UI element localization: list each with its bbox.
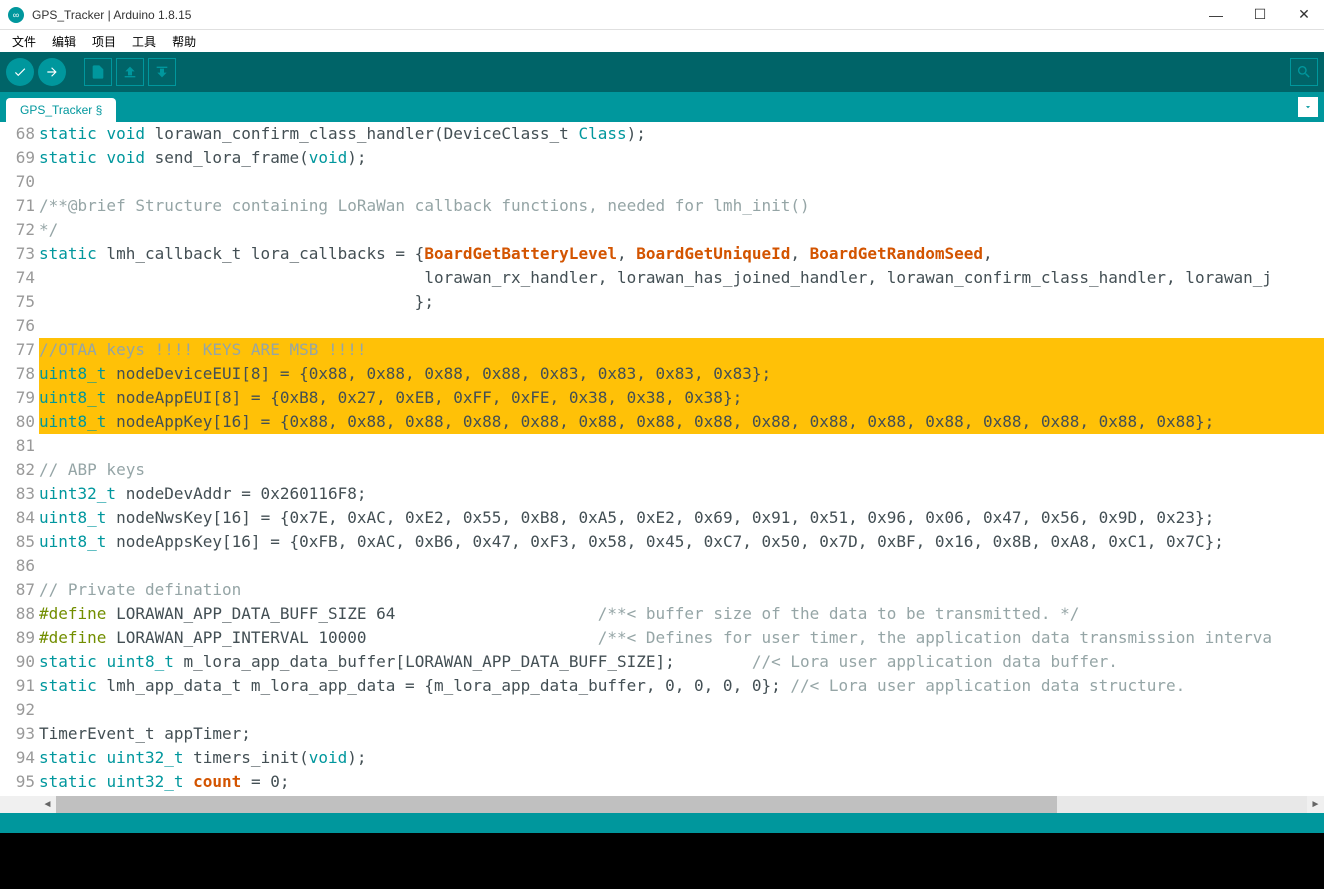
serial-monitor-button[interactable] <box>1290 58 1318 86</box>
scroll-right-button[interactable]: ► <box>1307 796 1324 813</box>
code-line[interactable]: // Private defination <box>39 578 1324 602</box>
arrow-right-icon <box>45 65 59 79</box>
tab-gps-tracker[interactable]: GPS_Tracker § <box>6 98 116 122</box>
code-line[interactable]: */ <box>39 218 1324 242</box>
code-line[interactable]: uint8_t nodeAppKey[16] = {0x88, 0x88, 0x… <box>39 410 1324 434</box>
tabbar: GPS_Tracker § <box>0 92 1324 122</box>
code-line[interactable]: TimerEvent_t appTimer; <box>39 722 1324 746</box>
line-number: 79 <box>0 386 35 410</box>
tab-dropdown-button[interactable] <box>1298 97 1318 117</box>
code-line[interactable]: #define LORAWAN_APP_INTERVAL 10000 /**< … <box>39 626 1324 650</box>
code-line[interactable]: #define LORAWAN_APP_DATA_BUFF_SIZE 64 /*… <box>39 602 1324 626</box>
line-number: 93 <box>0 722 35 746</box>
line-number: 92 <box>0 698 35 722</box>
scroll-left-button[interactable]: ◄ <box>39 796 56 813</box>
code-line[interactable]: static lmh_app_data_t m_lora_app_data = … <box>39 674 1324 698</box>
line-number: 77 <box>0 338 35 362</box>
code-line[interactable]: uint8_t nodeAppEUI[8] = {0xB8, 0x27, 0xE… <box>39 386 1324 410</box>
line-number: 91 <box>0 674 35 698</box>
line-number: 73 <box>0 242 35 266</box>
menu-tools[interactable]: 工具 <box>124 31 164 52</box>
arrow-down-icon <box>154 64 170 80</box>
line-number: 76 <box>0 314 35 338</box>
code-line[interactable]: static lmh_callback_t lora_callbacks = {… <box>39 242 1324 266</box>
menu-file[interactable]: 文件 <box>4 31 44 52</box>
code-line[interactable]: static uint32_t timers_init(void); <box>39 746 1324 770</box>
code-line[interactable]: uint8_t nodeDeviceEUI[8] = {0x88, 0x88, … <box>39 362 1324 386</box>
line-number: 84 <box>0 506 35 530</box>
code-area[interactable]: static void lorawan_confirm_class_handle… <box>39 122 1324 794</box>
menu-project[interactable]: 项目 <box>84 31 124 52</box>
line-number: 94 <box>0 746 35 770</box>
close-button[interactable]: ✕ <box>1292 3 1316 27</box>
statusbar <box>0 813 1324 833</box>
scroll-thumb[interactable] <box>56 796 1057 813</box>
verify-button[interactable] <box>6 58 34 86</box>
code-line[interactable]: static uint8_t m_lora_app_data_buffer[LO… <box>39 650 1324 674</box>
new-button[interactable] <box>84 58 112 86</box>
line-number: 69 <box>0 146 35 170</box>
code-line[interactable] <box>39 170 1324 194</box>
code-line[interactable]: uint32_t nodeDevAddr = 0x260116F8; <box>39 482 1324 506</box>
line-number: 71 <box>0 194 35 218</box>
menu-help[interactable]: 帮助 <box>164 31 204 52</box>
line-number: 90 <box>0 650 35 674</box>
save-button[interactable] <box>148 58 176 86</box>
code-line[interactable]: uint8_t nodeNwsKey[16] = {0x7E, 0xAC, 0x… <box>39 506 1324 530</box>
upload-button[interactable] <box>38 58 66 86</box>
open-button[interactable] <box>116 58 144 86</box>
code-line[interactable]: //OTAA keys !!!! KEYS ARE MSB !!!! <box>39 338 1324 362</box>
window-title: GPS_Tracker | Arduino 1.8.15 <box>32 8 1204 22</box>
code-line[interactable]: lorawan_rx_handler, lorawan_has_joined_h… <box>39 266 1324 290</box>
line-number: 87 <box>0 578 35 602</box>
line-gutter: 6869707172737475767778798081828384858687… <box>0 122 39 794</box>
line-number: 74 <box>0 266 35 290</box>
code-editor[interactable]: 6869707172737475767778798081828384858687… <box>0 122 1324 796</box>
code-line[interactable] <box>39 698 1324 722</box>
menubar: 文件 编辑 项目 工具 帮助 <box>0 30 1324 52</box>
code-line[interactable]: uint8_t nodeAppsKey[16] = {0xFB, 0xAC, 0… <box>39 530 1324 554</box>
minimize-button[interactable]: — <box>1204 3 1228 27</box>
code-line[interactable] <box>39 434 1324 458</box>
line-number: 83 <box>0 482 35 506</box>
file-icon <box>90 64 106 80</box>
menu-edit[interactable]: 编辑 <box>44 31 84 52</box>
console <box>0 833 1324 889</box>
line-number: 68 <box>0 122 35 146</box>
titlebar: ∞ GPS_Tracker | Arduino 1.8.15 — ☐ ✕ <box>0 0 1324 30</box>
line-number: 70 <box>0 170 35 194</box>
code-line[interactable]: // ABP keys <box>39 458 1324 482</box>
line-number: 88 <box>0 602 35 626</box>
line-number: 78 <box>0 362 35 386</box>
maximize-button[interactable]: ☐ <box>1248 3 1272 27</box>
code-line[interactable]: /**@brief Structure containing LoRaWan c… <box>39 194 1324 218</box>
line-number: 81 <box>0 434 35 458</box>
line-number: 95 <box>0 770 35 794</box>
chevron-down-icon <box>1303 102 1313 112</box>
code-line[interactable]: static void lorawan_confirm_class_handle… <box>39 122 1324 146</box>
horizontal-scrollbar[interactable]: ◄ ► <box>0 796 1324 813</box>
code-line[interactable] <box>39 554 1324 578</box>
arrow-up-icon <box>122 64 138 80</box>
line-number: 89 <box>0 626 35 650</box>
line-number: 75 <box>0 290 35 314</box>
code-line[interactable]: }; <box>39 290 1324 314</box>
line-number: 82 <box>0 458 35 482</box>
toolbar <box>0 52 1324 92</box>
app-icon: ∞ <box>8 7 24 23</box>
line-number: 80 <box>0 410 35 434</box>
code-line[interactable]: static void send_lora_frame(void); <box>39 146 1324 170</box>
code-line[interactable] <box>39 314 1324 338</box>
code-line[interactable]: static uint32_t count = 0; <box>39 770 1324 794</box>
line-number: 85 <box>0 530 35 554</box>
check-icon <box>13 65 27 79</box>
scroll-track[interactable] <box>56 796 1307 813</box>
line-number: 72 <box>0 218 35 242</box>
line-number: 86 <box>0 554 35 578</box>
search-icon <box>1296 64 1312 80</box>
